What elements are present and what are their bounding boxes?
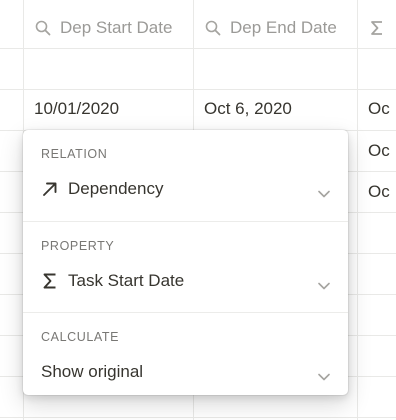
- relation-label: RELATION: [41, 147, 108, 161]
- property-value: Task Start Date: [68, 271, 185, 290]
- chevron-down-icon: [318, 277, 330, 290]
- rollup-config-popover: RELATION Dependency PROPERTY Task Start …: [23, 130, 348, 395]
- relation-section: RELATION Dependency: [23, 130, 348, 221]
- cell-rollup[interactable]: Oc: [368, 141, 390, 161]
- cell-dep-start[interactable]: 10/01/2020: [34, 99, 119, 119]
- property-select[interactable]: Task Start Date: [23, 266, 348, 296]
- row-divider: [0, 48, 396, 49]
- sigma-icon: [41, 272, 59, 290]
- column-header-label: Dep End Date: [230, 18, 337, 37]
- sigma-icon: [368, 19, 386, 37]
- arrow-up-right-icon: [41, 180, 59, 198]
- property-label: PROPERTY: [41, 239, 115, 253]
- row-divider: [0, 89, 396, 90]
- chevron-down-icon: [318, 185, 330, 198]
- relation-select[interactable]: Dependency: [23, 174, 348, 204]
- calculate-select[interactable]: Show original: [23, 357, 348, 387]
- cell-rollup[interactable]: Oc: [368, 99, 390, 119]
- search-icon: [204, 19, 222, 37]
- calculate-label: CALCULATE: [41, 330, 120, 344]
- cell-dep-end[interactable]: Oct 6, 2020: [204, 99, 292, 119]
- column-header-dep-start-date[interactable]: Dep Start Date: [34, 8, 172, 48]
- cell-rollup[interactable]: Oc: [368, 182, 390, 202]
- relation-value: Dependency: [68, 179, 164, 198]
- property-section: PROPERTY Task Start Date: [23, 221, 348, 313]
- calculate-value: Show original: [41, 362, 144, 381]
- column-header-dep-end-date[interactable]: Dep End Date: [204, 8, 337, 48]
- search-icon: [34, 19, 52, 37]
- calculate-section: CALCULATE Show original: [23, 312, 348, 396]
- column-header-rollup[interactable]: [368, 8, 394, 48]
- column-divider: [357, 0, 358, 420]
- row-divider: [0, 417, 396, 418]
- column-header-label: Dep Start Date: [60, 18, 173, 37]
- chevron-down-icon: [318, 368, 330, 381]
